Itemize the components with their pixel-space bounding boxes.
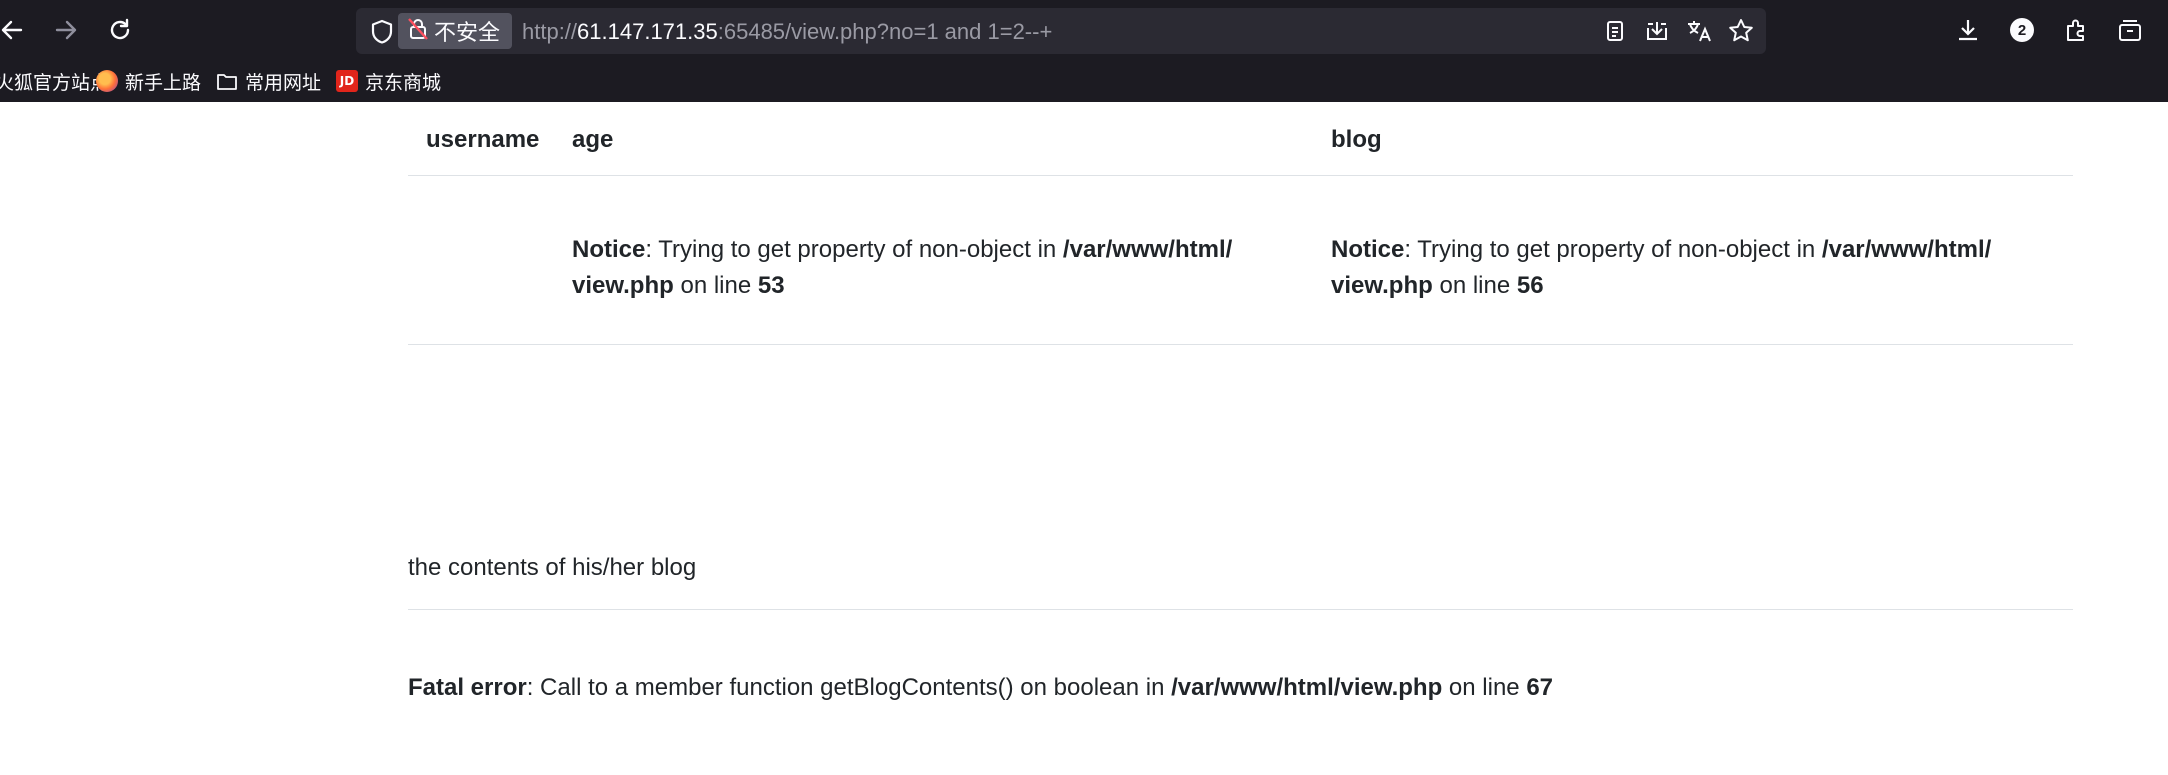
bookmark-label: 京东商城 (365, 71, 442, 94)
blog-cell-notice: Notice: Trying to get property of non-ob… (1331, 232, 2051, 304)
blog-contents-text: the contents of his/her blog (408, 554, 697, 581)
reload-icon (110, 18, 130, 40)
header-divider (408, 175, 2073, 176)
notice-label: Notice (572, 236, 646, 263)
bookmark-label: 新手上路 (125, 71, 202, 94)
tab-manager-icon[interactable] (2114, 14, 2146, 46)
fatal-error-path: /var/www/html/view.php (1171, 674, 1443, 701)
column-header-age: age (572, 126, 614, 153)
forward-button[interactable] (48, 12, 84, 48)
notice-message: : Trying to get property of non-object i… (645, 236, 1063, 263)
notice-path: /var/www/html/ (1821, 236, 1992, 263)
firefox-icon (96, 70, 118, 92)
insecure-label: 不安全 (434, 21, 501, 46)
url-path: :65485/view.php?no=1 and 1=2--+ (717, 19, 1053, 44)
notice-file: view.php (572, 272, 674, 299)
tracking-protection-shield-icon[interactable] (370, 19, 394, 50)
forward-arrow-icon (55, 20, 77, 40)
back-button[interactable] (0, 12, 30, 48)
age-cell-notice: Notice: Trying to get property of non-ob… (572, 232, 1292, 304)
notice-file: view.php (1331, 272, 1433, 299)
blog-divider (408, 609, 2073, 610)
notice-message: : Trying to get property of non-object i… (1404, 236, 1822, 263)
reader-view-icon[interactable] (1602, 19, 1628, 43)
reload-button[interactable] (102, 12, 138, 48)
notice-line-number: 56 (1516, 272, 1544, 299)
broken-lock-icon (408, 17, 428, 46)
notice-line-number: 53 (757, 272, 785, 299)
fatal-error-line-number: 67 (1526, 674, 1554, 701)
notification-count: 2 (2010, 18, 2034, 42)
account-badge[interactable]: 2 (2006, 14, 2038, 46)
url-host: 61.147.171.35 (577, 19, 718, 44)
url-scheme: http:// (522, 19, 578, 44)
column-header-username: username (426, 126, 540, 153)
extensions-puzzle-icon[interactable] (2060, 14, 2092, 46)
bookmark-label: 火狐官方站点 (0, 71, 110, 94)
save-page-icon[interactable] (1644, 19, 1670, 43)
notice-on-line: on line (1432, 272, 1517, 299)
address-bar[interactable]: 不安全 http://61.147.171.35:65485/view.php?… (356, 8, 1766, 54)
notice-on-line: on line (673, 272, 758, 299)
row-divider (408, 344, 2073, 345)
fatal-error-on-line: on line (1442, 674, 1527, 701)
bookmark-item-jd[interactable]: JD 京东商城 (336, 68, 441, 94)
bookmark-label: 常用网址 (245, 71, 322, 94)
back-arrow-icon (1, 20, 23, 40)
bookmark-folder-common-sites[interactable]: 常用网址 (216, 68, 321, 94)
url-text[interactable]: http://61.147.171.35:65485/view.php?no=1… (522, 19, 1052, 45)
fatal-error-text: : Call to a member function getBlogConte… (526, 674, 1172, 701)
bookmark-star-icon[interactable] (1728, 19, 1754, 43)
downloads-icon[interactable] (1952, 14, 1984, 46)
translate-icon[interactable] (1686, 19, 1712, 43)
browser-toolbar: 不安全 http://61.147.171.35:65485/view.php?… (0, 0, 2168, 102)
jd-icon: JD (336, 70, 358, 92)
notice-label: Notice (1331, 236, 1405, 263)
fatal-error-label: Fatal error (408, 674, 527, 701)
folder-icon (216, 70, 238, 92)
column-header-blog: blog (1331, 126, 1382, 153)
bookmark-item-firefox-official[interactable]: 火狐官方站点 (0, 68, 109, 94)
insecure-connection-indicator[interactable]: 不安全 (398, 13, 513, 49)
fatal-error-message: Fatal error: Call to a member function g… (408, 674, 1553, 702)
page-content: username age blog Notice: Trying to get … (0, 102, 2168, 775)
bookmark-item-getting-started[interactable]: 新手上路 (96, 68, 201, 94)
notice-path: /var/www/html/ (1062, 236, 1233, 263)
